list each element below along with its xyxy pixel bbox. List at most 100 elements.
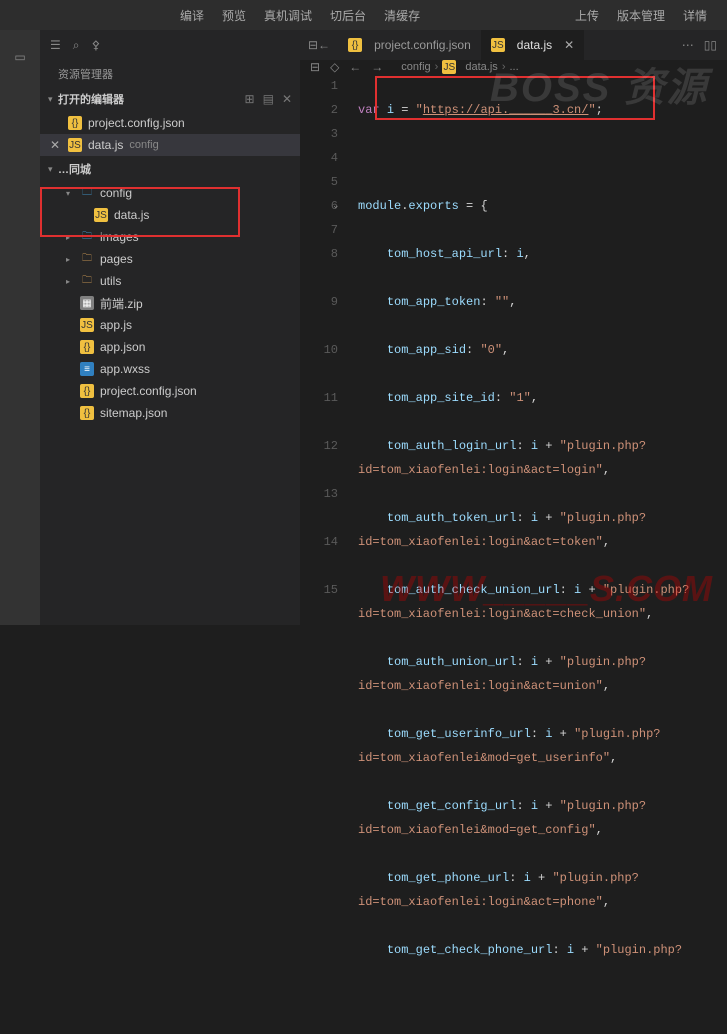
sidebar-header: ☰ ⌕ ⚴ bbox=[40, 30, 300, 60]
branch-icon[interactable]: ⚴ bbox=[92, 38, 101, 52]
file-app-js[interactable]: JS app.js bbox=[40, 314, 300, 336]
top-toolbar: 编译 预览 真机调试 切后台 清缓存 上传 版本管理 详情 bbox=[0, 0, 727, 30]
file-label: project.config.json bbox=[100, 384, 197, 398]
prop: tom_app_sid bbox=[387, 343, 466, 357]
chevron-right-icon: ▸ bbox=[66, 233, 78, 242]
split-icon[interactable]: ▯▯ bbox=[704, 38, 717, 52]
operator: = bbox=[401, 103, 408, 117]
bookmark-icon[interactable]: ◇ bbox=[330, 60, 339, 74]
file-sitemap[interactable]: {} sitemap.json bbox=[40, 402, 300, 424]
tab-project-config[interactable]: {} project.config.json bbox=[338, 30, 481, 60]
folder-pages[interactable]: ▸ 🗀 pages bbox=[40, 248, 300, 270]
val: "plugin.php? bbox=[596, 943, 682, 957]
open-editor-item[interactable]: ✕ JS data.js config bbox=[40, 134, 300, 156]
toolbar-remote-debug[interactable]: 真机调试 bbox=[264, 7, 312, 24]
folder-images[interactable]: ▸ 🗀 images bbox=[40, 226, 300, 248]
folder-config[interactable]: ▾ 🗀 config bbox=[40, 182, 300, 204]
toolbar-background[interactable]: 切后台 bbox=[330, 7, 366, 24]
breadcrumb: ⊟ ◇ ← → config›JS data.js›... bbox=[300, 60, 727, 74]
folder-utils[interactable]: ▸ 🗀 utils bbox=[40, 270, 300, 292]
list-icon[interactable]: ☰ bbox=[50, 38, 61, 52]
chevron-down-icon: ▾ bbox=[66, 189, 78, 198]
chevron-right-icon: ▸ bbox=[66, 277, 78, 286]
toolbar-upload[interactable]: 上传 bbox=[575, 7, 599, 24]
breadcrumb-path[interactable]: config›JS data.js›... bbox=[401, 60, 518, 74]
arrow-left-icon[interactable]: ← bbox=[349, 60, 361, 74]
js-icon: JS bbox=[442, 60, 456, 74]
explorer-title: 资源管理器 bbox=[40, 60, 300, 88]
activity-bar: ▭ bbox=[0, 30, 40, 625]
open-editors-list: {} project.config.json ✕ JS data.js conf… bbox=[40, 110, 300, 158]
file-label: project.config.json bbox=[88, 116, 185, 130]
folder-icon: 🗀 bbox=[80, 230, 94, 244]
folder-icon: 🗀 bbox=[80, 252, 94, 266]
chevron-down-icon: ▾ bbox=[48, 164, 58, 175]
breadcrumb-part[interactable]: ... bbox=[509, 61, 518, 73]
code-editor[interactable]: 1234567 891011 12131415 var i = "https:/… bbox=[300, 74, 727, 1034]
dock-icon[interactable]: ⊟← bbox=[308, 38, 330, 52]
file-tree: ▾ 🗀 config JS data.js ▸ 🗀 images ▸ 🗀 pag… bbox=[40, 180, 300, 426]
json-icon: {} bbox=[68, 116, 82, 130]
wxss-icon: ≡ bbox=[80, 362, 94, 376]
folder-label: pages bbox=[100, 252, 133, 266]
prop: tom_host_api_url bbox=[387, 247, 502, 261]
chevron-right-icon: ▸ bbox=[66, 255, 78, 264]
fold-icon[interactable]: ⌄ bbox=[332, 194, 340, 218]
folder-icon: 🗀 bbox=[80, 186, 94, 200]
file-project-config[interactable]: {} project.config.json bbox=[40, 380, 300, 402]
outline-icon[interactable]: ⊟ bbox=[310, 60, 320, 74]
tab-label: data.js bbox=[517, 38, 552, 52]
file-data-js[interactable]: JS data.js bbox=[40, 204, 300, 226]
editor-area: ⊟← {} project.config.json JS data.js ✕ ⋯… bbox=[300, 30, 727, 625]
json-icon: {} bbox=[348, 38, 362, 52]
topbar-right: 上传 版本管理 详情 bbox=[575, 7, 707, 24]
keyword: var bbox=[358, 103, 380, 117]
file-app-wxss[interactable]: ≡ app.wxss bbox=[40, 358, 300, 380]
code-content[interactable]: var i = "https://api.______3.cn/"; ⌄modu… bbox=[350, 74, 727, 1034]
prop: tom_auth_token_url bbox=[387, 511, 517, 525]
project-header[interactable]: ▾ …同城 bbox=[40, 158, 300, 180]
toolbar-clear-cache[interactable]: 清缓存 bbox=[384, 7, 420, 24]
breadcrumb-part[interactable]: data.js bbox=[465, 61, 497, 73]
prop: tom_auth_check_union_url bbox=[387, 583, 560, 597]
toolbar-compile[interactable]: 编译 bbox=[180, 7, 204, 24]
js-icon: JS bbox=[94, 208, 108, 222]
toolbar-preview[interactable]: 预览 bbox=[222, 7, 246, 24]
open-editor-item[interactable]: {} project.config.json bbox=[40, 112, 300, 134]
val: "0" bbox=[480, 343, 502, 357]
folder-label: config bbox=[100, 186, 132, 200]
line-gutter: 1234567 891011 12131415 bbox=[300, 74, 350, 1034]
more-icon[interactable]: ⋯ bbox=[682, 38, 694, 52]
close-icon[interactable]: ✕ bbox=[564, 38, 574, 52]
file-label: data.js bbox=[114, 208, 149, 222]
prop: tom_get_userinfo_url bbox=[387, 727, 531, 741]
file-app-json[interactable]: {} app.json bbox=[40, 336, 300, 358]
file-label: app.wxss bbox=[100, 362, 150, 376]
prop: tom_auth_login_url bbox=[387, 439, 517, 453]
prop: tom_get_check_phone_url bbox=[387, 943, 553, 957]
topbar-left: 编译 预览 真机调试 切后台 清缓存 bbox=[180, 7, 420, 24]
close-icon[interactable]: ✕ bbox=[50, 138, 60, 152]
chevron-down-icon: ▾ bbox=[48, 94, 58, 105]
breadcrumb-part[interactable]: config bbox=[401, 61, 430, 73]
tab-data-js[interactable]: JS data.js ✕ bbox=[481, 30, 584, 60]
open-editors-label: 打开的编辑器 bbox=[58, 91, 124, 107]
prop: tom_app_token bbox=[387, 295, 481, 309]
prop: tom_auth_union_url bbox=[387, 655, 517, 669]
folder-label: utils bbox=[100, 274, 121, 288]
js-icon: JS bbox=[68, 138, 82, 152]
search-icon[interactable]: ⌕ bbox=[73, 38, 80, 53]
arrow-right-icon[interactable]: → bbox=[371, 60, 383, 74]
toolbar-version[interactable]: 版本管理 bbox=[617, 7, 665, 24]
open-editors-header[interactable]: ▾ 打开的编辑器 ⊞ ▤ ✕ bbox=[40, 88, 300, 110]
js-icon: JS bbox=[80, 318, 94, 332]
file-path-dim: config bbox=[129, 139, 158, 151]
toolbar-details[interactable]: 详情 bbox=[683, 7, 707, 24]
close-all-icon[interactable]: ✕ bbox=[282, 92, 292, 106]
zip-icon: ▦ bbox=[80, 296, 94, 310]
multi-window-icon[interactable]: ▭ bbox=[8, 45, 32, 69]
val: "" bbox=[495, 295, 509, 309]
save-all-icon[interactable]: ▤ bbox=[263, 92, 274, 106]
new-file-icon[interactable]: ⊞ bbox=[245, 92, 255, 106]
file-zip[interactable]: ▦ 前端.zip bbox=[40, 292, 300, 314]
